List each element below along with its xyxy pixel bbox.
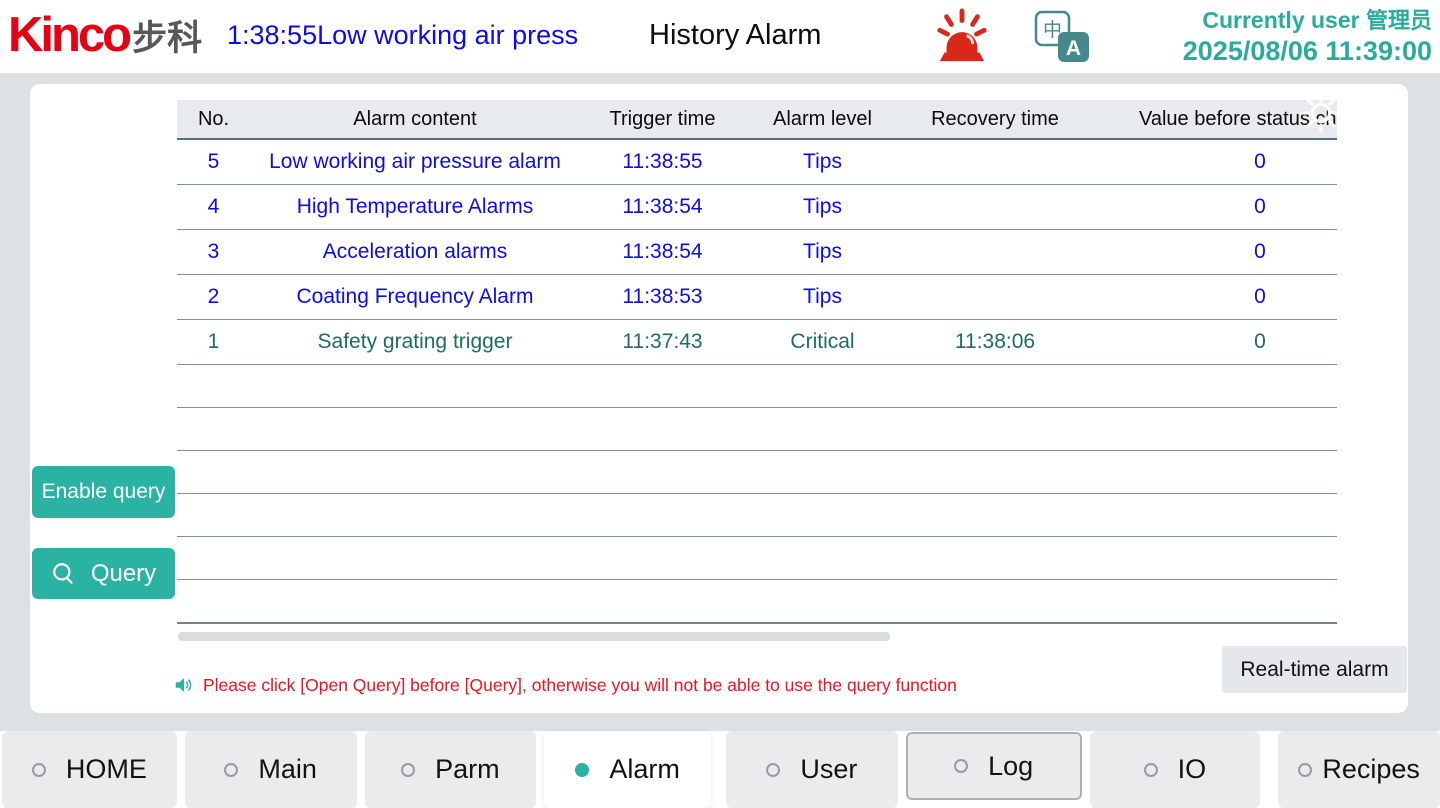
cell-no: 4 [177,185,250,229]
alarm-row-2[interactable]: 2Coating Frequency Alarm11:38:53Tips 0 [177,275,1337,320]
cell-no: 5 [177,140,250,184]
cell-no: 1 [177,320,250,364]
cell-recovery [900,230,1090,274]
cell-level: Tips [745,275,900,319]
kinco-logo: Kinco 步科 [8,4,202,66]
tab-alarm[interactable]: Alarm [544,731,711,808]
cell-level: Critical [745,320,900,364]
tab-label: Alarm [609,754,680,785]
query-button[interactable]: Query [32,548,175,599]
empty-row [177,408,1337,451]
column-header-2: Trigger time [580,100,745,138]
empty-row [177,365,1337,408]
alarm-row-4[interactable]: 4High Temperature Alarms11:38:54Tips 0 [177,185,1337,230]
speaker-icon [173,674,195,696]
empty-row [177,451,1337,494]
cell-content: Low working air pressure alarm [250,140,580,184]
column-header-5: Value before status change [1090,100,1337,138]
radio-icon [954,759,968,773]
query-notice-text: Please click [Open Query] before [Query]… [203,675,957,696]
cell-content: High Temperature Alarms [250,185,580,229]
cell-recovery [900,140,1090,184]
cell-value: 0 [1090,230,1337,274]
tab-main[interactable]: Main [185,731,357,808]
alarm-ticker-text: 1:38:55Low working air press [227,20,578,51]
tab-parm[interactable]: Parm [365,731,537,808]
translate-en-glyph: A [1066,37,1081,60]
cell-trigger: 11:38:54 [580,230,745,274]
empty-row [177,580,1337,624]
cell-recovery [900,185,1090,229]
language-toggle-icon[interactable]: 中 A [1034,10,1091,64]
cell-value: 0 [1090,140,1337,184]
cell-trigger: 11:38:54 [580,185,745,229]
cell-no: 2 [177,275,250,319]
cell-trigger: 11:38:53 [580,275,745,319]
column-header-0: No. [177,100,250,138]
bottom-nav-bar: HOME Main Parm Alarm User Log IO Recipes [0,731,1440,808]
enable-query-button[interactable]: Enable query [32,466,175,518]
horizontal-scrollbar[interactable] [178,632,890,641]
cell-level: Tips [745,185,900,229]
alarm-row-5[interactable]: 5Low working air pressure alarm11:38:55T… [177,140,1337,185]
cell-trigger: 11:37:43 [580,320,745,364]
tab-label: HOME [66,754,147,785]
tab-recipes[interactable]: Recipes [1278,731,1440,808]
radio-icon [224,763,238,777]
cell-value: 0 [1090,275,1337,319]
column-header-1: Alarm content [250,100,580,138]
cell-value: 0 [1090,185,1337,229]
radio-selected-icon [575,763,589,777]
alarm-siren-icon[interactable] [933,8,991,66]
cell-recovery: 11:38:06 [900,320,1090,364]
top-bar: Kinco 步科 1:38:55Low working air press Hi… [0,0,1440,73]
radio-icon [766,763,780,777]
empty-row [177,537,1337,580]
alarm-row-3[interactable]: 3Acceleration alarms11:38:54Tips 0 [177,230,1337,275]
realtime-alarm-button[interactable]: Real-time alarm [1222,646,1407,693]
table-body: 5Low working air pressure alarm11:38:55T… [177,140,1337,624]
cell-level: Tips [745,230,900,274]
cell-trigger: 11:38:55 [580,140,745,184]
radio-icon [32,763,46,777]
alarm-ticker: 1:38:55Low working air press [227,0,639,70]
user-info: Currently user 管理员 2025/08/06 11:39:00 [1183,5,1432,67]
alarm-table: No.Alarm contentTrigger timeAlarm levelR… [177,100,1337,624]
tab-user[interactable]: User [726,731,898,808]
cell-no: 3 [177,230,250,274]
tab-label: User [800,754,857,785]
datetime: 2025/08/06 11:39:00 [1183,36,1432,67]
alarm-row-1[interactable]: 1Safety grating trigger11:37:43Critical1… [177,320,1337,365]
tab-label: Parm [435,754,500,785]
table-header-row: No.Alarm contentTrigger timeAlarm levelR… [177,100,1337,140]
current-user-label: Currently user [1202,7,1359,33]
logo-text: Kinco [8,4,129,66]
radio-icon [1298,763,1312,777]
current-user-name: 管理员 [1366,8,1432,33]
search-icon [51,561,77,587]
column-header-3: Alarm level [745,100,900,138]
cell-recovery [900,275,1090,319]
cell-content: Acceleration alarms [250,230,580,274]
cell-level: Tips [745,140,900,184]
tab-label: Log [988,751,1033,782]
query-button-label: Query [91,560,156,588]
tab-log[interactable]: Log [906,732,1082,800]
cell-value: 0 [1090,320,1337,364]
query-notice: Please click [Open Query] before [Query]… [173,674,957,696]
radio-icon [1144,763,1158,777]
tab-label: Recipes [1322,754,1420,785]
column-header-4: Recovery time [900,100,1090,138]
tab-io[interactable]: IO [1090,731,1261,808]
logo-cjk-text: 步科 [132,10,202,61]
empty-row [177,494,1337,537]
tab-label: Main [258,754,317,785]
cell-content: Safety grating trigger [250,320,580,364]
tab-home[interactable]: HOME [2,731,177,808]
tab-label: IO [1178,754,1207,785]
radio-icon [401,763,415,777]
history-alarm-panel: No.Alarm contentTrigger timeAlarm levelR… [30,84,1408,713]
page-title: History Alarm [649,0,821,70]
cell-content: Coating Frequency Alarm [250,275,580,319]
